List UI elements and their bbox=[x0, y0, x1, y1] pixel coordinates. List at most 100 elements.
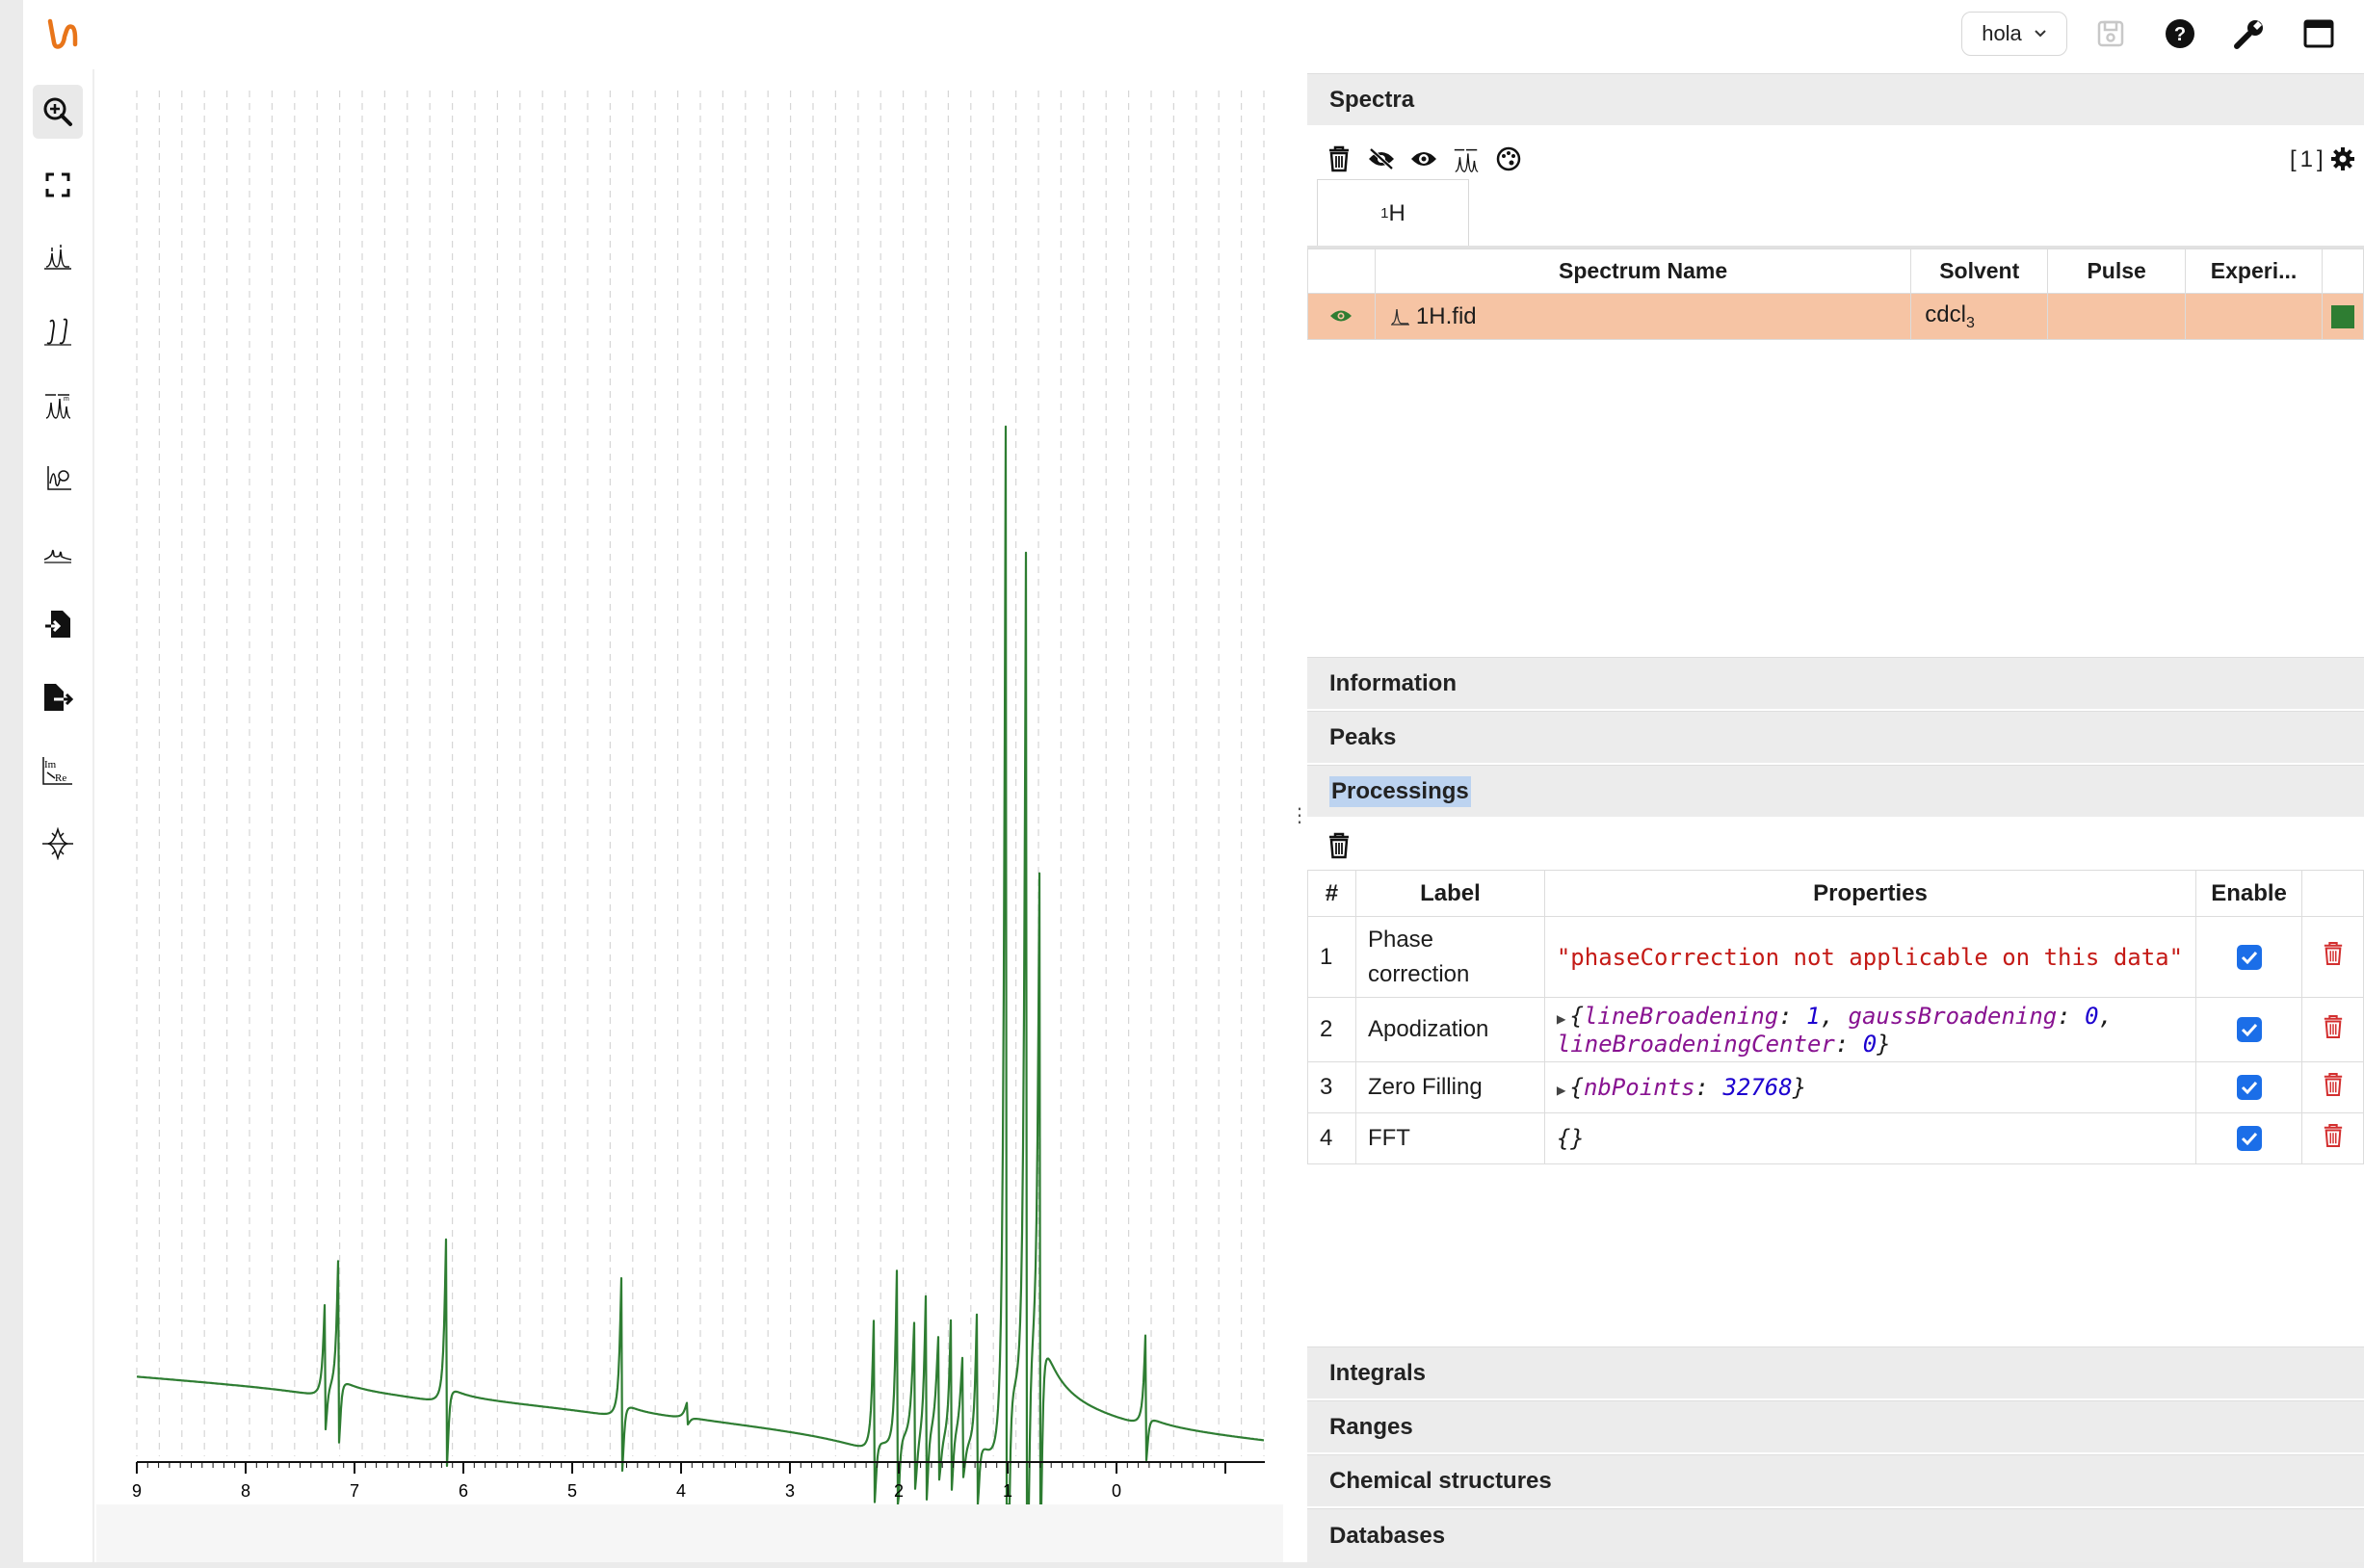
spectrum-color-swatch[interactable] bbox=[2330, 305, 2354, 329]
enable-checkbox[interactable] bbox=[2236, 944, 2262, 970]
settings-button[interactable] bbox=[2229, 13, 2270, 54]
spectrum-row[interactable]: 1H.fid cdcl3 bbox=[1307, 293, 2364, 340]
trash-icon bbox=[1329, 832, 1349, 859]
save-icon bbox=[2097, 20, 2124, 47]
prop-value: 0 bbox=[1862, 1030, 1878, 1058]
import-button[interactable] bbox=[33, 597, 83, 651]
processing-properties[interactable]: ▶ {lineBroadening: 1, gaussBroadening: 0,… bbox=[1543, 997, 2197, 1062]
delete-processings-button[interactable] bbox=[1323, 829, 1355, 862]
peak-picking-button[interactable] bbox=[33, 231, 83, 285]
help-icon: ? bbox=[2166, 19, 2194, 48]
tab-nucleus-1h[interactable]: 1H bbox=[1317, 179, 1469, 247]
peaks-section-header[interactable]: Peaks bbox=[1307, 711, 2364, 763]
x-tick-label: 9 bbox=[132, 1481, 142, 1501]
x-tick-label: 8 bbox=[241, 1481, 250, 1501]
enable-checkbox[interactable] bbox=[2236, 1126, 2262, 1151]
trash-icon[interactable] bbox=[2323, 1072, 2344, 1097]
prop-key: gaussBroadening bbox=[1848, 1002, 2058, 1030]
col-spectrum-name[interactable]: Spectrum Name bbox=[1374, 248, 1912, 294]
trash-icon[interactable] bbox=[2323, 1014, 2344, 1039]
spectra-title: Spectra bbox=[1329, 86, 1415, 113]
information-section-header[interactable]: Information bbox=[1307, 657, 2364, 709]
prop-value: 32768 bbox=[1722, 1074, 1793, 1101]
trash-icon bbox=[1329, 145, 1349, 172]
processing-index: 2 bbox=[1307, 997, 1356, 1062]
col-experiment[interactable]: Experi... bbox=[2185, 248, 2323, 294]
enable-checkbox[interactable] bbox=[2236, 1075, 2262, 1100]
color-palette-button[interactable] bbox=[1492, 143, 1525, 175]
col-properties: Properties bbox=[1543, 870, 2197, 917]
x-axis-ticks: 9 8 7 6 5 4 3 2 1 0 bbox=[132, 1462, 1226, 1501]
file-export-icon bbox=[44, 684, 73, 711]
phase-correction-button[interactable] bbox=[33, 451, 83, 505]
processing-label: Phase correction bbox=[1354, 916, 1545, 998]
zero-filling-button[interactable] bbox=[33, 817, 83, 871]
processing-row: 2 Apodization ▶ {lineBroadening: 1, gauss… bbox=[1307, 997, 2364, 1062]
spectra-section-header[interactable]: Spectra bbox=[1307, 73, 2364, 125]
baseline-correction-icon bbox=[43, 549, 72, 563]
enable-checkbox-cell bbox=[2195, 997, 2302, 1062]
eye-slash-icon bbox=[1369, 147, 1394, 170]
help-button[interactable]: ? bbox=[2160, 13, 2200, 54]
integrals-section-header[interactable]: Integrals bbox=[1307, 1346, 2364, 1398]
hide-all-button[interactable] bbox=[1365, 143, 1398, 175]
prop-key: nbPoints bbox=[1583, 1074, 1695, 1101]
workspace-select[interactable]: hola bbox=[1961, 12, 2067, 56]
integral-tool-button[interactable] bbox=[33, 304, 83, 358]
window-icon bbox=[2303, 19, 2334, 48]
processing-row: 1 Phase correction "phaseCorrection not … bbox=[1307, 916, 2364, 998]
processing-label: Apodization bbox=[1354, 997, 1545, 1062]
spectrum-chart[interactable]: 9 8 7 6 5 4 3 2 1 0 bbox=[96, 69, 1283, 1504]
tab-nucleus-sup: 1 bbox=[1380, 205, 1389, 222]
eye-icon bbox=[1411, 152, 1436, 166]
integral-icon bbox=[44, 318, 71, 346]
zoom-tool-button[interactable] bbox=[33, 85, 83, 139]
phase-correction-icon bbox=[47, 466, 71, 490]
checkmark-icon bbox=[2241, 1023, 2257, 1036]
ranges-section-header[interactable]: Ranges bbox=[1307, 1400, 2364, 1452]
processing-properties[interactable]: ▶ {nbPoints: 32768} bbox=[1543, 1061, 2197, 1113]
visibility-column-header bbox=[1307, 248, 1376, 294]
spectrum-name-cell[interactable]: 1H.fid bbox=[1374, 293, 1912, 340]
databases-section-header[interactable]: Databases bbox=[1307, 1508, 2364, 1562]
spectrum-color-cell[interactable] bbox=[2321, 293, 2364, 340]
ranges-picking-button[interactable] bbox=[1450, 143, 1483, 175]
expand-triangle-icon[interactable]: ▶ bbox=[1557, 1009, 1566, 1028]
delete-cell bbox=[2301, 1112, 2364, 1164]
expand-triangle-icon[interactable]: ▶ bbox=[1557, 1081, 1566, 1099]
show-all-button[interactable] bbox=[1407, 143, 1440, 175]
processing-index: 3 bbox=[1307, 1061, 1356, 1113]
wrench-icon bbox=[2234, 20, 2263, 49]
enable-checkbox-cell bbox=[2195, 1061, 2302, 1113]
checkmark-icon bbox=[2241, 1132, 2257, 1145]
panel-splitter[interactable]: ⋮ bbox=[1285, 69, 1309, 1562]
col-solvent[interactable]: Solvent bbox=[1910, 248, 2049, 294]
enable-checkbox[interactable] bbox=[2236, 1017, 2262, 1042]
baseline-correction-button[interactable] bbox=[33, 524, 83, 578]
enable-checkbox-cell bbox=[2195, 916, 2302, 998]
processings-section-header[interactable]: Processings bbox=[1307, 765, 2364, 817]
delete-spectra-button[interactable] bbox=[1323, 143, 1355, 175]
trash-icon[interactable] bbox=[2323, 1123, 2344, 1148]
real-imaginary-button[interactable]: Im Re bbox=[33, 744, 83, 797]
chemical-structures-section-header[interactable]: Chemical structures bbox=[1307, 1454, 2364, 1506]
window-button[interactable] bbox=[2298, 13, 2339, 54]
app-window: hola ? m Im Re 9 8 7 6 5 4 3 2 1 0 ⋮ Spe… bbox=[23, 0, 2364, 1562]
right-panel: Spectra [1] 1H Spectrum Name Solvent Pul… bbox=[1307, 69, 2364, 1562]
prop-value: 1 bbox=[1806, 1002, 1821, 1030]
app-logo[interactable] bbox=[40, 13, 85, 54]
export-button[interactable] bbox=[33, 670, 83, 724]
trash-icon[interactable] bbox=[2323, 941, 2344, 966]
top-header: hola ? bbox=[23, 0, 2364, 69]
spectra-settings-button[interactable] bbox=[2326, 143, 2359, 175]
ranges-tool-button[interactable]: m bbox=[33, 378, 83, 431]
col-pulse[interactable]: Pulse bbox=[2047, 248, 2187, 294]
full-zoom-button[interactable] bbox=[33, 158, 83, 212]
save-button[interactable] bbox=[2090, 13, 2131, 54]
ranges-icon bbox=[1454, 148, 1479, 172]
spectra-count: [1] bbox=[2290, 146, 2327, 172]
spectrum-viewer[interactable]: 9 8 7 6 5 4 3 2 1 0 bbox=[96, 69, 1283, 1562]
x-tick-label: 0 bbox=[1112, 1481, 1121, 1501]
spectrum-1d-icon bbox=[1390, 308, 1409, 326]
visibility-toggle[interactable] bbox=[1307, 293, 1376, 340]
